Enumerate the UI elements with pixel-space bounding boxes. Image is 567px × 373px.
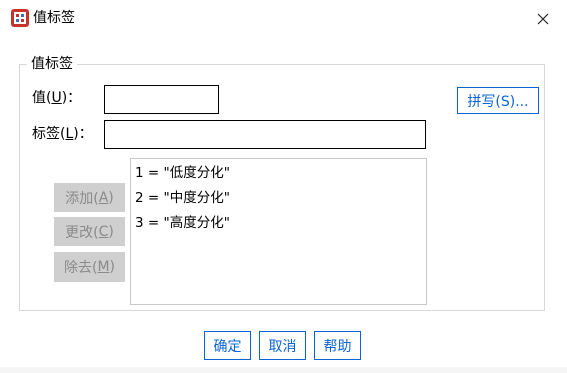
title-bar: 值标签 xyxy=(0,0,567,36)
window-title: 值标签 xyxy=(33,10,75,26)
spell-button[interactable]: 拼写(S)... xyxy=(457,87,539,114)
change-button[interactable]: 更改(C) xyxy=(54,217,125,246)
ok-button[interactable]: 确定 xyxy=(204,331,251,360)
remove-button[interactable]: 除去(M) xyxy=(54,252,125,282)
cancel-button[interactable]: 取消 xyxy=(259,331,306,360)
list-item[interactable]: 3 = "高度分化" xyxy=(135,214,230,232)
app-icon xyxy=(10,8,30,28)
window-bottom-edge xyxy=(0,367,567,373)
value-input[interactable] xyxy=(104,85,219,114)
list-item[interactable]: 2 = "中度分化" xyxy=(135,189,230,207)
label-label: 标签(L)： xyxy=(32,126,93,142)
close-icon xyxy=(537,10,549,29)
labels-listbox[interactable]: 1 = "低度分化" 2 = "中度分化" 3 = "高度分化" xyxy=(130,158,427,305)
group-legend: 值标签 xyxy=(27,55,77,73)
value-label: 值(U)： xyxy=(32,90,82,106)
close-button[interactable] xyxy=(530,6,556,32)
list-item[interactable]: 1 = "低度分化" xyxy=(135,164,230,182)
label-input[interactable] xyxy=(104,120,426,149)
help-button[interactable]: 帮助 xyxy=(314,331,361,360)
add-button[interactable]: 添加(A) xyxy=(54,183,125,212)
